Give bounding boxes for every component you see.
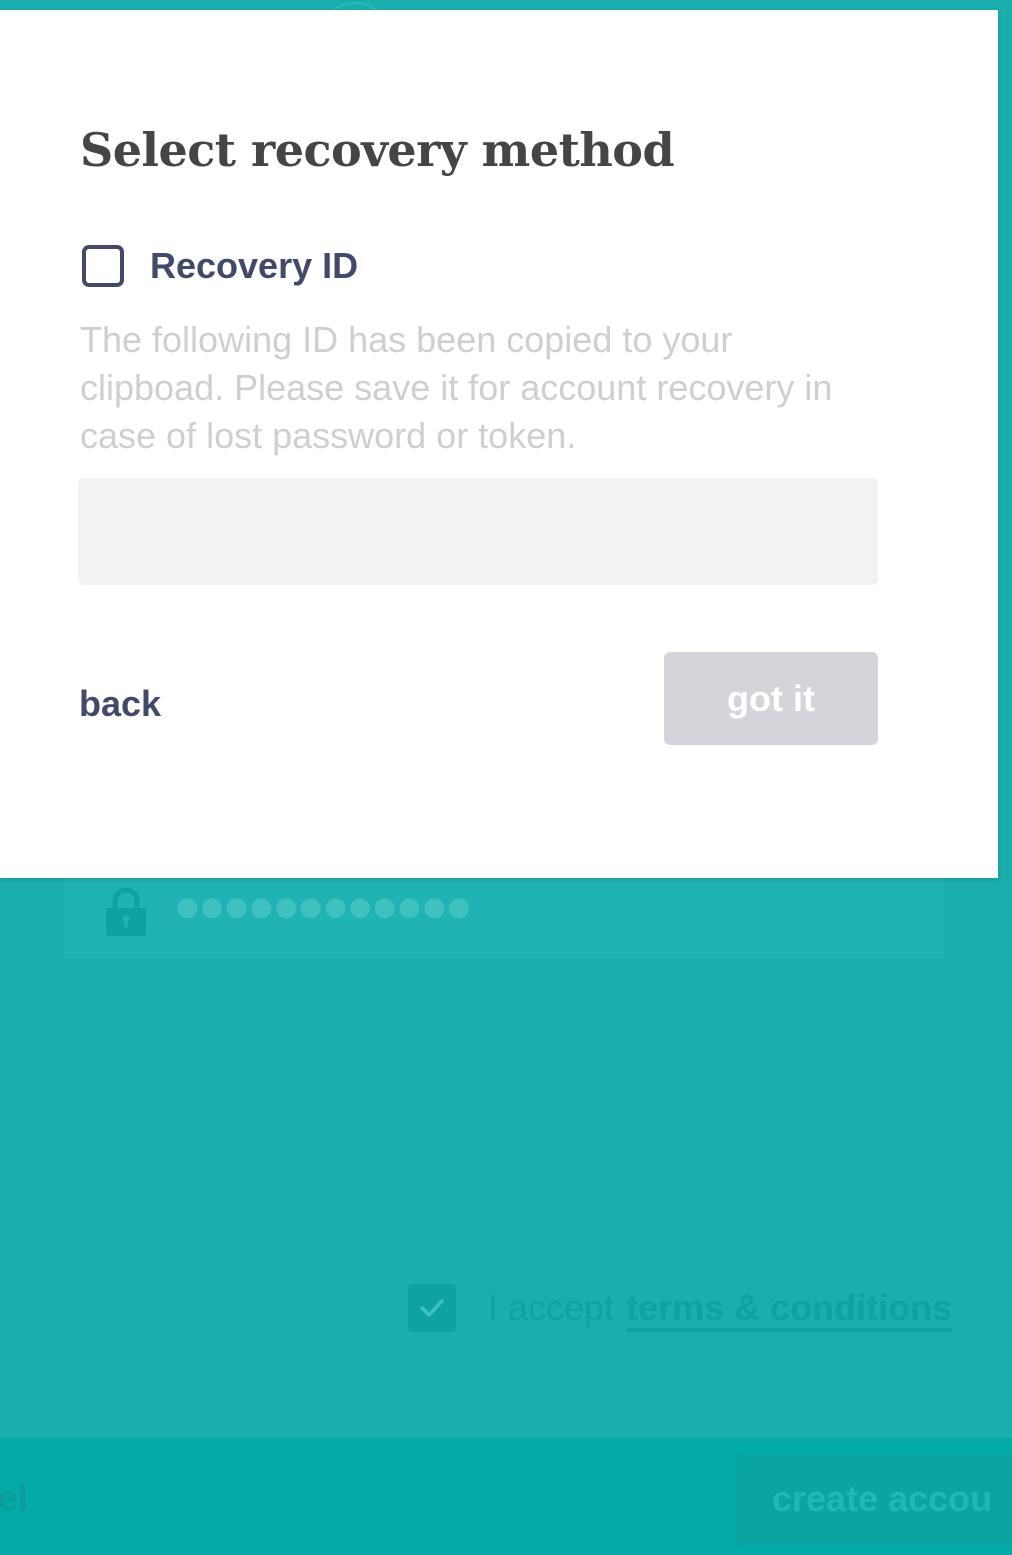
footer-bar: ncel create accou — [0, 1438, 1012, 1555]
recovery-method-dialog: Select recovery method Recovery ID The f… — [0, 10, 998, 878]
password-masked-value: ●●●●●●●●●●●● — [176, 892, 473, 922]
create-account-button[interactable]: create accou — [736, 1454, 1012, 1546]
lock-icon — [106, 888, 146, 936]
terms-row: I accept terms & conditions — [408, 1284, 952, 1332]
recovery-id-checkbox[interactable] — [82, 245, 124, 287]
cancel-button[interactable]: ncel — [0, 1476, 28, 1520]
recovery-id-label[interactable]: Recovery ID — [150, 242, 358, 290]
terms-checkbox[interactable] — [408, 1284, 456, 1332]
check-icon — [420, 1299, 444, 1317]
terms-prefix: I accept — [488, 1287, 615, 1328]
dialog-title: Select recovery method — [80, 123, 675, 177]
back-button[interactable]: back — [79, 680, 161, 728]
create-account-screen: ●●●●●●●●●●●● I accept terms & conditions… — [0, 0, 1012, 1555]
recovery-id-description: The following ID has been copied to your… — [80, 319, 833, 456]
got-it-button[interactable]: got it — [664, 652, 878, 745]
recovery-id-field[interactable] — [78, 478, 878, 585]
recovery-id-option[interactable]: Recovery ID — [82, 242, 358, 290]
terms-link[interactable]: terms & conditions — [626, 1287, 952, 1329]
